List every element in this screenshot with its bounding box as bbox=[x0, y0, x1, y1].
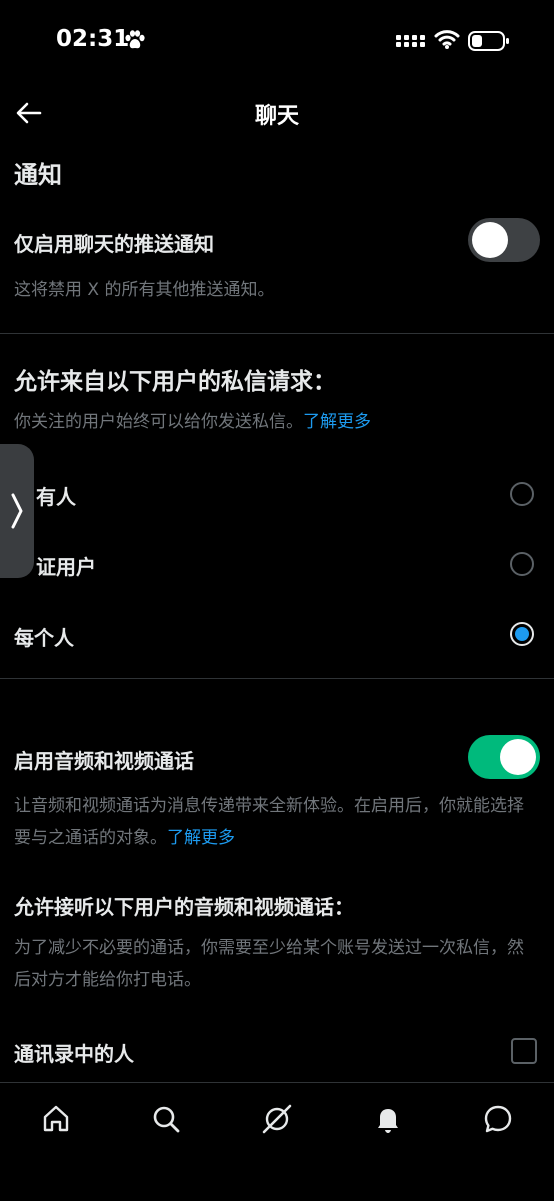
enable-calls-label: 启用音频和视频通话 bbox=[14, 749, 194, 773]
nav-grok[interactable] bbox=[257, 1099, 297, 1139]
dm-requests-description: 你关注的用户始终可以给你发送私信。了解更多 bbox=[14, 412, 371, 432]
wifi-icon bbox=[434, 30, 460, 49]
battery-icon bbox=[468, 31, 509, 51]
bottom-navigation bbox=[0, 1082, 554, 1201]
toggle-knob bbox=[500, 739, 536, 775]
dm-option-radio[interactable] bbox=[510, 482, 534, 506]
home-icon bbox=[43, 1105, 69, 1132]
learn-more-link[interactable]: 了解更多 bbox=[167, 828, 235, 848]
dm-option-label: 有人 bbox=[36, 485, 76, 509]
divider bbox=[0, 333, 554, 334]
enable-calls-toggle[interactable] bbox=[468, 735, 540, 779]
messages-icon bbox=[484, 1105, 512, 1133]
status-bar: 02:31 bbox=[0, 0, 554, 84]
calls-description: 让音频和视频通话为消息传递带来全新体验。在启用后，你就能选择要与之通话的对象。了… bbox=[14, 796, 524, 848]
status-time: 02:31 bbox=[56, 26, 130, 52]
allow-calls-description: 为了减少不必要的通话，你需要至少给某个账号发送过一次私信，然后对方才能给你打电话… bbox=[14, 938, 524, 990]
push-only-description: 这将禁用 X 的所有其他推送通知。 bbox=[14, 280, 275, 300]
search-icon bbox=[153, 1106, 180, 1133]
notifications-icon bbox=[378, 1109, 398, 1133]
paw-icon bbox=[125, 30, 145, 49]
dm-option-radio-selected[interactable] bbox=[510, 622, 534, 646]
nav-messages[interactable] bbox=[478, 1099, 518, 1139]
push-only-label: 仅启用聊天的推送通知 bbox=[14, 232, 214, 256]
push-only-toggle[interactable] bbox=[468, 218, 540, 262]
chevron-right-icon bbox=[11, 493, 23, 529]
nav-search[interactable] bbox=[146, 1099, 186, 1139]
allow-calls-title: 允许接听以下用户的音频和视频通话： bbox=[14, 895, 354, 919]
notifications-section-title: 通知 bbox=[14, 161, 62, 189]
top-app-bar: 聊天 bbox=[0, 84, 554, 144]
page-title: 聊天 bbox=[254, 104, 299, 129]
learn-more-link[interactable]: 了解更多 bbox=[303, 412, 371, 432]
divider bbox=[0, 678, 554, 679]
side-drawer-handle[interactable] bbox=[0, 444, 34, 578]
contacts-checkbox[interactable] bbox=[511, 1038, 537, 1064]
nav-notifications[interactable] bbox=[368, 1099, 408, 1139]
dm-option-label: 证用户 bbox=[36, 555, 96, 579]
dm-option-radio[interactable] bbox=[510, 552, 534, 576]
toggle-knob bbox=[472, 222, 508, 258]
dm-requests-section-title: 允许来自以下用户的私信请求： bbox=[14, 369, 336, 395]
nav-home[interactable] bbox=[36, 1099, 76, 1139]
contacts-option-label: 通讯录中的人 bbox=[14, 1042, 134, 1066]
grok-icon bbox=[262, 1104, 292, 1134]
dm-option-label: 每个人 bbox=[14, 626, 74, 650]
cellular-signal-icon bbox=[396, 35, 425, 47]
